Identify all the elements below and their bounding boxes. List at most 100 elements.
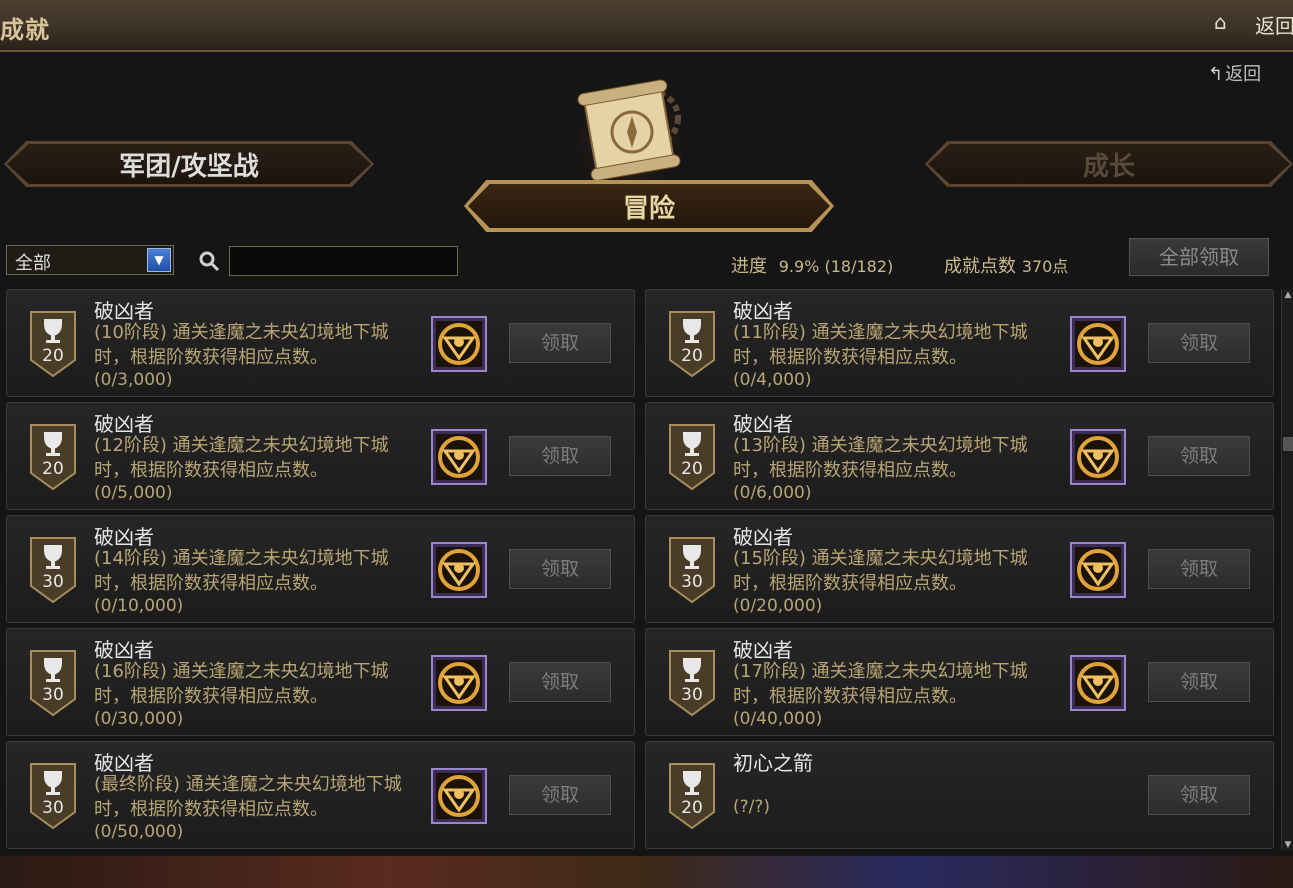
achievement-progress: (?/?)	[733, 797, 771, 817]
achievement-description: (14阶段) 通关逢魔之未央幻境地下城时，根据阶数获得相应点数。	[94, 548, 389, 594]
achievement-card: 20 破凶者 (10阶段) 通关逢魔之未央幻境地下城时，根据阶数获得相应点数。 …	[6, 289, 635, 397]
tab-growth-label: 成长	[1082, 151, 1135, 182]
progress-stat: 进度 9.9% (18/182)	[731, 252, 893, 278]
claim-button[interactable]: 领取	[509, 323, 611, 363]
badge-points: 30	[42, 572, 64, 592]
claim-button[interactable]: 领取	[1148, 549, 1250, 589]
category-dropdown[interactable]: 全部 ▼	[6, 245, 174, 275]
back-button[interactable]: ↰ 返回	[1208, 60, 1261, 86]
achievement-card: 20 破凶者 (12阶段) 通关逢魔之未央幻境地下城时，根据阶数获得相应点数。 …	[6, 402, 635, 510]
badge-points: 20	[681, 459, 703, 479]
achievement-grid: 20 破凶者 (10阶段) 通关逢魔之未央幻境地下城时，根据阶数获得相应点数。 …	[6, 289, 1276, 851]
achievement-card: 20 初心之箭 (?/?) 领取	[645, 741, 1274, 849]
achievement-progress: (0/5,000)	[94, 483, 173, 503]
points-value: 370点	[1021, 257, 1069, 276]
return-arrow-icon: ↰	[1208, 64, 1224, 85]
achievement-card: 30 破凶者 (16阶段) 通关逢魔之未央幻境地下城时，根据阶数获得相应点数。 …	[6, 628, 635, 736]
achievement-description: (10阶段) 通关逢魔之未央幻境地下城时，根据阶数获得相应点数。	[94, 322, 389, 368]
trophy-badge-icon	[30, 424, 76, 491]
tab-adventure-label: 冒险	[622, 193, 675, 224]
reward-item-icon[interactable]	[431, 655, 487, 711]
badge-points: 30	[681, 685, 703, 705]
achievement-description: (12阶段) 通关逢魔之未央幻境地下城时，根据阶数获得相应点数。	[94, 435, 389, 481]
points-badge: 30	[28, 536, 78, 604]
achievement-description: (最终阶段) 通关逢魔之未央幻境地下城时，根据阶数获得相应点数。	[94, 774, 402, 820]
scroll-up-icon[interactable]: ▲	[1283, 289, 1293, 301]
home-icon[interactable]: ⌂	[1214, 10, 1227, 34]
achievement-description: (11阶段) 通关逢魔之未央幻境地下城时，根据阶数获得相应点数。	[733, 322, 1028, 368]
trophy-badge-icon	[30, 763, 76, 830]
claim-all-button[interactable]: 全部领取	[1129, 238, 1269, 276]
achievement-card: 30 破凶者 (15阶段) 通关逢魔之未央幻境地下城时，根据阶数获得相应点数。 …	[645, 515, 1274, 623]
scroll-down-icon[interactable]: ▼	[1283, 839, 1293, 851]
trophy-badge-icon	[30, 537, 76, 604]
reward-item-icon[interactable]	[1070, 655, 1126, 711]
list-scrollbar[interactable]: ▲ ▼	[1281, 289, 1293, 851]
progress-value: 9.9% (18/182)	[778, 257, 894, 276]
trophy-badge-icon	[669, 537, 715, 604]
claim-button[interactable]: 领取	[509, 436, 611, 476]
page-title: 成就	[0, 16, 50, 44]
achievement-card: 20 破凶者 (13阶段) 通关逢魔之未央幻境地下城时，根据阶数获得相应点数。 …	[645, 402, 1274, 510]
reward-item-icon[interactable]	[431, 316, 487, 372]
trophy-badge-icon	[669, 311, 715, 378]
claim-button[interactable]: 领取	[1148, 323, 1250, 363]
badge-points: 20	[42, 346, 64, 366]
achievement-card: 30 破凶者 (17阶段) 通关逢魔之未央幻境地下城时，根据阶数获得相应点数。 …	[645, 628, 1274, 736]
tab-legion-label: 军团/攻坚战	[119, 151, 259, 182]
tab-adventure[interactable]: 冒险	[464, 180, 834, 232]
achievement-title: 初心之箭	[733, 751, 813, 775]
achievement-card: 20 破凶者 (11阶段) 通关逢魔之未央幻境地下城时，根据阶数获得相应点数。 …	[645, 289, 1274, 397]
trophy-badge-icon	[669, 424, 715, 491]
category-dropdown-value: 全部	[15, 253, 51, 274]
trophy-badge-icon	[30, 650, 76, 717]
adventure-scroll-icon	[572, 74, 688, 185]
reward-item-icon[interactable]	[431, 542, 487, 598]
reward-item-icon[interactable]	[1070, 429, 1126, 485]
achievement-progress: (0/30,000)	[94, 709, 184, 729]
achievement-card: 30 破凶者 (14阶段) 通关逢魔之未央幻境地下城时，根据阶数获得相应点数。 …	[6, 515, 635, 623]
achievement-description: (17阶段) 通关逢魔之未央幻境地下城时，根据阶数获得相应点数。	[733, 661, 1028, 707]
badge-points: 20	[681, 346, 703, 366]
tab-growth[interactable]: 成长	[925, 141, 1293, 187]
claim-button[interactable]: 领取	[1148, 775, 1250, 815]
reward-item-icon[interactable]	[1070, 542, 1126, 598]
claim-button[interactable]: 领取	[509, 549, 611, 589]
achievement-progress: (0/4,000)	[733, 370, 812, 390]
reward-item-icon[interactable]	[1070, 316, 1126, 372]
tab-legion-siege[interactable]: 军团/攻坚战	[4, 141, 374, 187]
scrollbar-thumb[interactable]	[1283, 437, 1293, 451]
trophy-badge-icon	[669, 763, 715, 830]
progress-label: 进度	[731, 256, 767, 277]
achievement-description: (15阶段) 通关逢魔之未央幻境地下城时，根据阶数获得相应点数。	[733, 548, 1028, 594]
achievement-progress: (0/20,000)	[733, 596, 823, 616]
chevron-down-icon[interactable]: ▼	[147, 248, 171, 272]
points-badge: 20	[28, 310, 78, 378]
achievement-card: 30 破凶者 (最终阶段) 通关逢魔之未央幻境地下城时，根据阶数获得相应点数。 …	[6, 741, 635, 849]
points-badge: 30	[28, 649, 78, 717]
top-bar: 成就 ⌂ 返回	[0, 0, 1293, 52]
points-badge: 20	[667, 423, 717, 491]
achievement-points: 成就点数 370点	[944, 252, 1068, 278]
achievement-progress: (0/40,000)	[733, 709, 823, 729]
game-hud-strip	[0, 856, 1293, 888]
badge-points: 30	[681, 572, 703, 592]
claim-button[interactable]: 领取	[509, 775, 611, 815]
points-label: 成就点数	[944, 256, 1016, 277]
reward-item-icon[interactable]	[431, 768, 487, 824]
badge-points: 20	[681, 798, 703, 818]
reward-item-icon[interactable]	[431, 429, 487, 485]
top-back-link[interactable]: 返回	[1255, 10, 1293, 39]
points-badge: 20	[667, 762, 717, 830]
points-badge: 20	[28, 423, 78, 491]
achievement-description: (13阶段) 通关逢魔之未央幻境地下城时，根据阶数获得相应点数。	[733, 435, 1028, 481]
search-input[interactable]	[229, 246, 458, 276]
achievement-progress: (0/6,000)	[733, 483, 812, 503]
claim-button[interactable]: 领取	[1148, 436, 1250, 476]
trophy-badge-icon	[669, 650, 715, 717]
points-badge: 30	[667, 536, 717, 604]
claim-button[interactable]: 领取	[509, 662, 611, 702]
claim-button[interactable]: 领取	[1148, 662, 1250, 702]
trophy-badge-icon	[30, 311, 76, 378]
search-icon[interactable]	[198, 250, 220, 272]
